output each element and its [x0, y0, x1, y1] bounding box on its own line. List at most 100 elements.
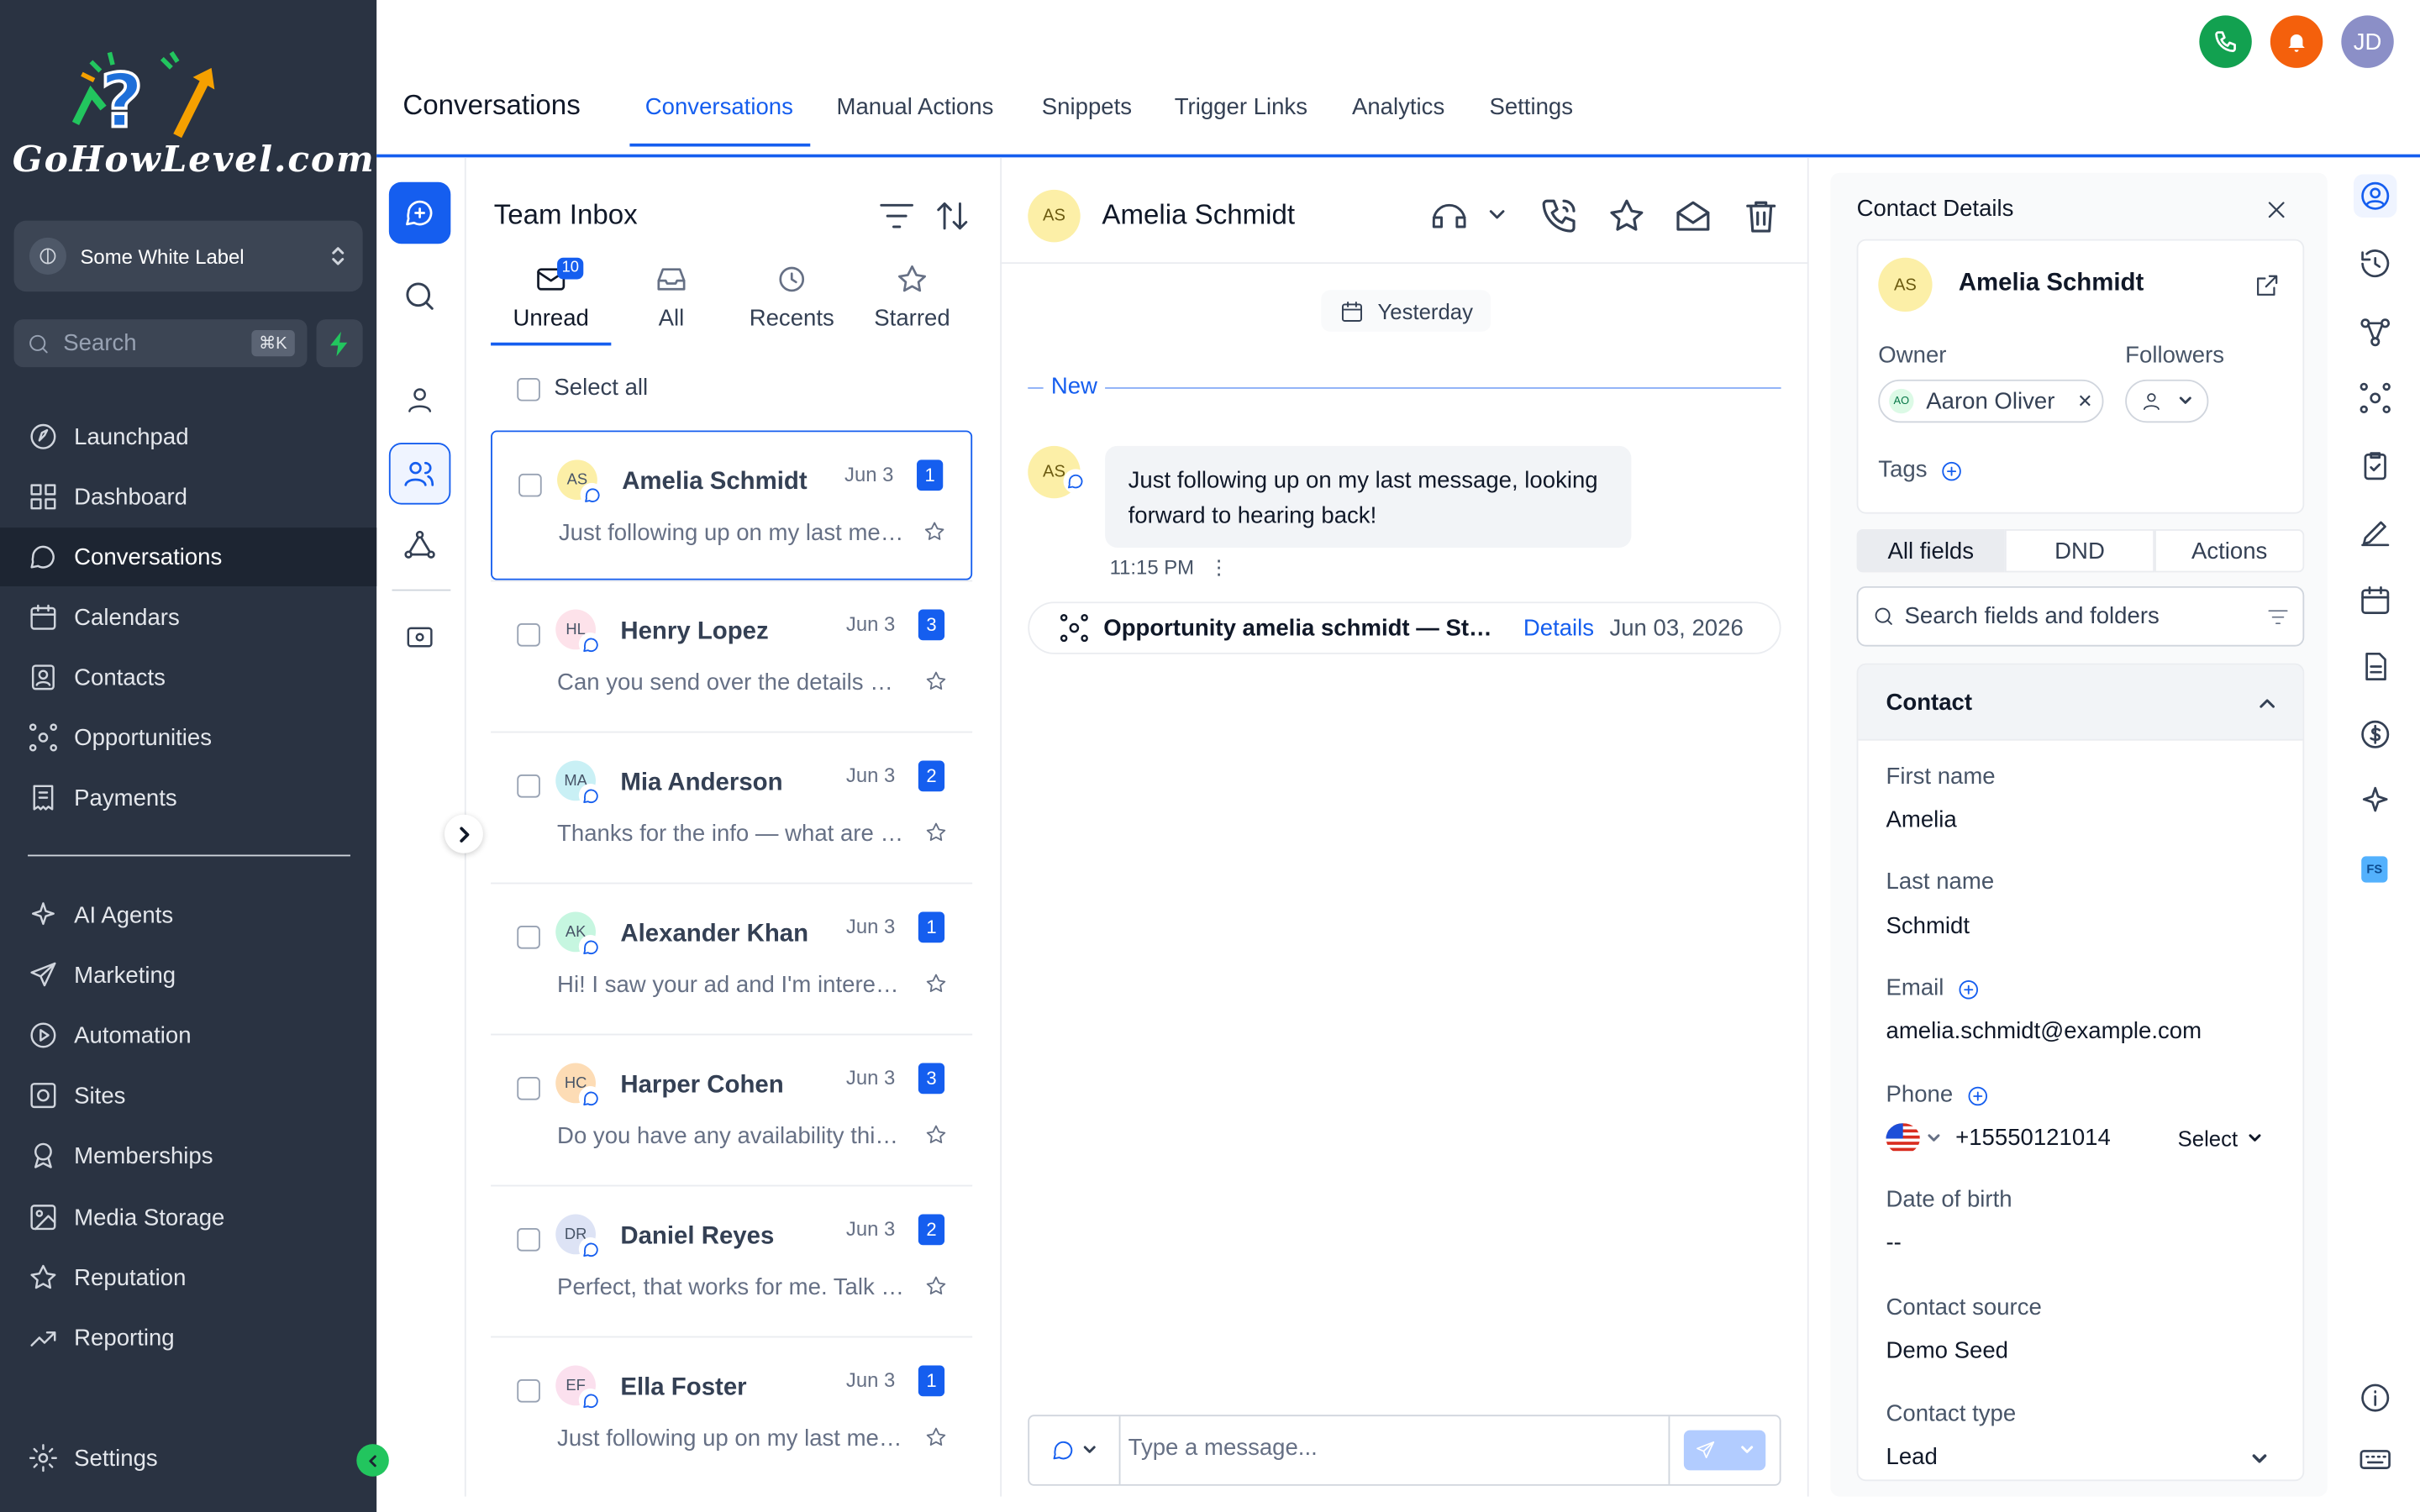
sidebar-item-opportunities[interactable]: Opportunities: [0, 708, 376, 767]
fields-search-input[interactable]: Search fields and folders: [1856, 585, 2305, 647]
star-icon[interactable]: [924, 972, 948, 995]
notifications-button[interactable]: [2270, 15, 2323, 68]
tab-analytics[interactable]: Analytics: [1352, 94, 1444, 120]
rail-contact-button[interactable]: [2354, 174, 2397, 218]
sidebar-item-automation[interactable]: Automation: [0, 1006, 376, 1065]
rail-channels-button[interactable]: [389, 514, 450, 575]
followers-select[interactable]: [2125, 379, 2209, 423]
rail-notes-button[interactable]: [2354, 511, 2396, 554]
mark-read-button[interactable]: [1673, 196, 1713, 236]
filter-tab-unread[interactable]: Unread: [491, 262, 611, 332]
filter-tab-all[interactable]: All: [611, 262, 731, 332]
sidebar-item-reputation[interactable]: Reputation: [0, 1248, 376, 1307]
rail-my-inbox-button[interactable]: [389, 369, 450, 430]
workspace-switcher[interactable]: Some White Label: [13, 220, 363, 292]
conversation-checkbox[interactable]: [517, 1228, 540, 1252]
filter-icon[interactable]: [2267, 606, 2289, 627]
conversation-item[interactable]: HL Henry Lopez Jun 3 3 Can you send over the…: [491, 581, 972, 731]
conversation-checkbox[interactable]: [517, 926, 540, 949]
segment-dnd[interactable]: DND: [2004, 529, 2155, 573]
rail-payments-button[interactable]: [2354, 713, 2396, 756]
new-message-button[interactable]: [388, 181, 451, 244]
star-icon[interactable]: [924, 1123, 948, 1147]
conversation-item[interactable]: DR Daniel Reyes Jun 3 2 Perfect, that works …: [491, 1186, 972, 1336]
quick-action-button[interactable]: [316, 319, 363, 368]
delete-button[interactable]: [1741, 196, 1781, 236]
tab-snippets[interactable]: Snippets: [1042, 94, 1132, 120]
add-phone-icon[interactable]: [1965, 1084, 1989, 1107]
call-button[interactable]: [1539, 196, 1579, 236]
segment-actions[interactable]: Actions: [2154, 529, 2305, 573]
sidebar-item-launchpad[interactable]: Launchpad: [0, 407, 376, 466]
sidebar-item-ai-agents[interactable]: AI Agents: [0, 885, 376, 944]
dob-value[interactable]: --: [1886, 1230, 1901, 1256]
expand-panel-button[interactable]: [444, 814, 483, 853]
sidebar-item-marketing[interactable]: Marketing: [0, 946, 376, 1005]
sidebar-item-media-storage[interactable]: Media Storage: [0, 1188, 376, 1247]
conversation-checkbox[interactable]: [517, 623, 540, 647]
user-avatar[interactable]: JD: [2341, 15, 2394, 68]
sort-button[interactable]: [934, 197, 971, 234]
rail-view-button[interactable]: [389, 606, 450, 668]
open-contact-button[interactable]: [2254, 271, 2281, 299]
sidebar-item-payments[interactable]: Payments: [0, 769, 376, 827]
star-icon[interactable]: [923, 520, 946, 543]
message-input[interactable]: Type a message...: [1128, 1435, 1318, 1461]
sidebar-item-conversations[interactable]: Conversations: [0, 528, 377, 586]
more-vertical-icon[interactable]: ⋮: [1209, 555, 1229, 579]
remove-owner-icon[interactable]: ✕: [2077, 391, 2092, 412]
conversation-item[interactable]: MA Mia Anderson Jun 3 2 Thanks for the info …: [491, 732, 972, 882]
conversation-item[interactable]: HC Harper Cohen Jun 3 3 Do you have any avai…: [491, 1035, 972, 1184]
star-conversation-button[interactable]: [1607, 196, 1647, 236]
rail-tasks-button[interactable]: [2354, 444, 2396, 487]
sidebar-item-calendars[interactable]: Calendars: [0, 588, 376, 647]
fs-badge[interactable]: FS: [2361, 856, 2388, 883]
conversation-checkbox[interactable]: [517, 774, 540, 798]
star-icon[interactable]: [924, 821, 948, 844]
sidebar-item-sites[interactable]: Sites: [0, 1066, 376, 1125]
contact-section-header[interactable]: Contact: [1858, 664, 2303, 741]
rail-opportunities-button[interactable]: [2354, 376, 2396, 419]
sidebar-search[interactable]: Search ⌘K: [13, 319, 308, 368]
rail-history-button[interactable]: [2354, 242, 2396, 285]
channel-type-selector[interactable]: [1029, 1416, 1121, 1484]
phone-button[interactable]: [2199, 15, 2252, 68]
conversation-item[interactable]: EF Ella Foster Jun 3 1 Just following up on …: [491, 1337, 972, 1487]
conversation-item[interactable]: AK Alexander Khan Jun 3 1 Hi! I saw your ad …: [491, 884, 972, 1033]
add-tag-icon[interactable]: [1940, 459, 1964, 482]
conversation-checkbox[interactable]: [518, 473, 542, 497]
last-name-value[interactable]: Schmidt: [1886, 913, 1970, 939]
first-name-value[interactable]: Amelia: [1886, 807, 1956, 833]
conversation-item[interactable]: AS Amelia Schmidt Jun 3 1 Just following up …: [491, 430, 973, 580]
rail-documents-button[interactable]: [2354, 645, 2396, 688]
sidebar-item-settings[interactable]: Settings: [0, 1429, 376, 1488]
add-email-icon[interactable]: [1956, 978, 1980, 1001]
sidebar-item-memberships[interactable]: Memberships: [0, 1126, 376, 1185]
rail-keyboard-button[interactable]: [2354, 1438, 2396, 1481]
rail-appointments-button[interactable]: [2354, 579, 2396, 622]
email-value[interactable]: amelia.schmidt@example.com: [1886, 1018, 2202, 1044]
segment-all-fields[interactable]: All fields: [1856, 529, 2005, 573]
star-icon[interactable]: [924, 669, 948, 693]
filter-button[interactable]: [878, 199, 915, 233]
opportunity-details-link[interactable]: Details: [1523, 615, 1594, 641]
channel-select-button[interactable]: [1429, 196, 1505, 236]
country-select[interactable]: [1926, 1131, 1941, 1146]
phone-value[interactable]: +15550121014: [1955, 1125, 2111, 1151]
rail-workflow-button[interactable]: [2354, 310, 2396, 353]
filter-tab-starred[interactable]: Starred: [852, 262, 972, 332]
tab-settings[interactable]: Settings: [1489, 94, 1573, 120]
send-button[interactable]: [1668, 1416, 1780, 1484]
select-all-checkbox[interactable]: [517, 378, 540, 402]
contact-type-value[interactable]: Lead: [1886, 1444, 1937, 1470]
filter-tab-recents[interactable]: Recents: [732, 262, 852, 332]
close-panel-button[interactable]: [2263, 196, 2291, 223]
contact-source-value[interactable]: Demo Seed: [1886, 1337, 2008, 1363]
conversation-checkbox[interactable]: [517, 1077, 540, 1100]
conversation-checkbox[interactable]: [517, 1379, 540, 1403]
sidebar-collapse-button[interactable]: [356, 1444, 389, 1477]
tab-conversations[interactable]: Conversations: [645, 94, 793, 120]
rail-team-inbox-button[interactable]: [388, 443, 451, 505]
star-icon[interactable]: [924, 1425, 948, 1449]
sidebar-item-reporting[interactable]: Reporting: [0, 1309, 376, 1368]
